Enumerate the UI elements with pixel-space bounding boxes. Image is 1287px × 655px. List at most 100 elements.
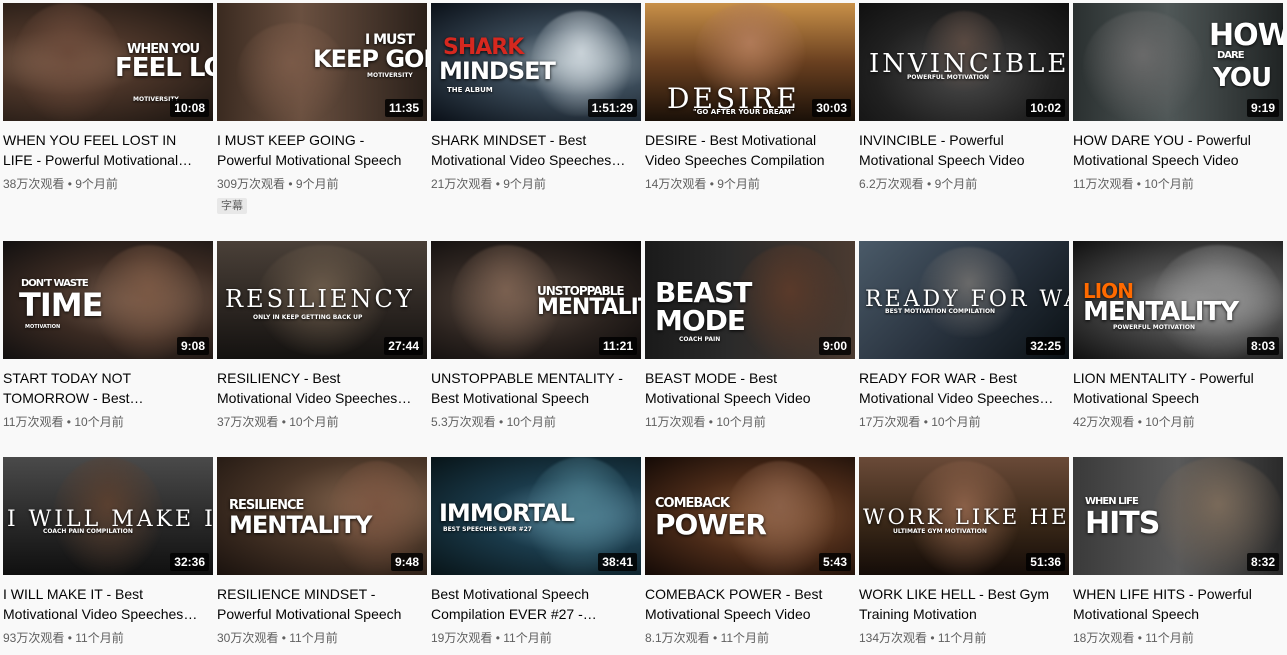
video-card[interactable]: WORK LIKE HELLULTIMATE GYM MOTIVATION 51:… (859, 457, 1069, 646)
video-card[interactable]: SHARK MINDSET THE ALBUM 1:51:29 SHARK MINDSE… (431, 3, 641, 192)
video-card[interactable]: WHEN LIFE HITS 8:32 WHEN LIFE HITS - Powerf… (1073, 457, 1283, 646)
video-card[interactable]: DARE HOW YOU 9:19 HOW DARE YOU - Powerful Mo… (1073, 3, 1283, 192)
video-meta: 19万次观看 • 11个月前 (431, 630, 641, 646)
meta-separator: • (495, 415, 507, 429)
meta-separator: • (705, 415, 717, 429)
video-title[interactable]: LION MENTALITY - Powerful Motivational S… (1073, 368, 1273, 408)
video-card[interactable]: COMEBACK POWER 5:43 COMEBACK POWER - Best M… (645, 457, 855, 646)
video-duration: 1:51:29 (587, 99, 637, 117)
thumbnail-title: HITS (1085, 506, 1160, 541)
video-title[interactable]: Best Motivational Speech Compilation EVE… (431, 584, 631, 624)
video-thumbnail[interactable]: UNSTOPPABLEMENTALITY11:21 (431, 241, 641, 359)
video-title[interactable]: DESIRE - Best Motivational Video Speeche… (645, 130, 845, 170)
thumbnail-subtitle: BEST SPEECHES EVER #27 (443, 526, 532, 533)
upload-age: 11个月前 (720, 631, 770, 645)
upload-age: 9个月前 (75, 177, 118, 191)
video-meta: 37万次观看 • 10个月前 (217, 414, 427, 430)
video-card[interactable]: LION MENTALITY POWERFUL MOTIVATION 8:03 LION… (1073, 241, 1283, 430)
video-card[interactable]: BEAST MODE COACH PAIN 9:00 BEAST MODE - Best… (645, 241, 855, 430)
meta-separator: • (64, 177, 76, 191)
upload-age: 9个月前 (934, 177, 978, 191)
video-thumbnail[interactable]: LION MENTALITY POWERFUL MOTIVATION 8:03 (1073, 241, 1283, 359)
video-title[interactable]: HOW DARE YOU - Powerful Motivational Spe… (1073, 130, 1273, 170)
thumbnail-title: MODE (655, 304, 746, 337)
video-card[interactable]: RESILIENCY ONLY IN KEEP GETTING BACK UP 27… (217, 241, 427, 430)
video-card[interactable]: WHEN YOUFEEL LOSTMOTIVERSITY10:08 WHEN YO… (3, 3, 213, 192)
video-title[interactable]: I MUST KEEP GOING - Powerful Motivationa… (217, 130, 417, 170)
video-title[interactable]: BEAST MODE - Best Motivational Speech Vi… (645, 368, 845, 408)
video-title[interactable]: START TODAY NOT TOMORROW - Best Motivati… (3, 368, 203, 408)
upload-age: 10个月前 (716, 415, 766, 429)
video-title[interactable]: SHARK MINDSET - Best Motivational Video … (431, 130, 631, 170)
view-count: 8.1万次观看 (645, 631, 710, 645)
thumbnail-title: TIME (19, 286, 103, 324)
upload-age: 10个月前 (1144, 177, 1194, 191)
thumbnail-subtitle: "GO AFTER YOUR DREAM" (693, 108, 795, 116)
meta-separator: • (1134, 415, 1146, 429)
video-title[interactable]: RESILIENCY - Best Motivational Video Spe… (217, 368, 417, 408)
video-thumbnail[interactable]: DON'T WASTE TIME MOTIVATION 9:08 (3, 241, 213, 359)
video-meta: 11万次观看 • 10个月前 (645, 414, 855, 430)
video-thumbnail[interactable]: I WILL MAKE IT COACH PAIN COMPILATION 32:3… (3, 457, 213, 575)
video-thumbnail[interactable]: WHEN LIFE HITS 8:32 (1073, 457, 1283, 575)
thumbnail-subtitle: COACH PAIN COMPILATION (43, 528, 133, 535)
video-card[interactable]: I WILL MAKE IT COACH PAIN COMPILATION 32:3… (3, 457, 213, 646)
video-thumbnail[interactable]: COMEBACK POWER 5:43 (645, 457, 855, 575)
meta-separator: • (923, 177, 935, 191)
video-card[interactable]: UNSTOPPABLEMENTALITY11:21UNSTOPPABLE MEN… (431, 241, 641, 430)
video-thumbnail[interactable]: INVINCIBLE POWERFUL MOTIVATION 10:02 (859, 3, 1069, 121)
video-duration: 27:44 (384, 337, 423, 355)
video-card[interactable]: READY FOR WARBEST MOTIVATION COMPILATION… (859, 241, 1069, 430)
meta-separator: • (63, 415, 75, 429)
video-title[interactable]: I WILL MAKE IT - Best Motivational Video… (3, 584, 203, 624)
thumbnail-figure (1083, 11, 1203, 121)
video-meta: 5.3万次观看 • 10个月前 (431, 414, 641, 430)
thumbnail-subtitle: MOTIVERSITY (367, 72, 413, 79)
thumbnail-subtitle: POWERFUL MOTIVATION (907, 74, 989, 81)
video-thumbnail[interactable]: I MUSTKEEP GOINGMOTIVERSITY11:35 (217, 3, 427, 121)
video-thumbnail[interactable]: READY FOR WARBEST MOTIVATION COMPILATION… (859, 241, 1069, 359)
video-thumbnail[interactable]: DESIRE "GO AFTER YOUR DREAM" 30:03 (645, 3, 855, 121)
video-thumbnail[interactable]: RESILIENCY ONLY IN KEEP GETTING BACK UP 27… (217, 241, 427, 359)
video-thumbnail[interactable]: RESILIENCE MENTALITY 9:48 (217, 457, 427, 575)
upload-age: 11个月前 (937, 631, 987, 645)
video-title[interactable]: WHEN LIFE HITS - Powerful Motivational S… (1073, 584, 1273, 624)
video-card[interactable]: I MUSTKEEP GOINGMOTIVERSITY11:35 I MUST K… (217, 3, 427, 214)
video-thumbnail[interactable]: WORK LIKE HELLULTIMATE GYM MOTIVATION 51:… (859, 457, 1069, 575)
video-duration: 11:21 (598, 337, 637, 355)
upload-age: 11个月前 (1145, 631, 1194, 645)
video-title[interactable]: WHEN YOU FEEL LOST IN LIFE - Powerful Mo… (3, 130, 203, 170)
video-thumbnail[interactable]: DARE HOW YOU 9:19 (1073, 3, 1283, 121)
meta-separator: • (285, 177, 296, 191)
video-thumbnail[interactable]: SHARK MINDSET THE ALBUM 1:51:29 (431, 3, 641, 121)
thumbnail-title: MENTALITY (537, 295, 641, 320)
thumbnail-subtitle: MOTIVATION (25, 324, 61, 330)
video-card[interactable]: DESIRE "GO AFTER YOUR DREAM" 30:03 DESIRE -… (645, 3, 855, 192)
view-count: 21万次观看 (431, 177, 493, 191)
video-meta: 93万次观看 • 11个月前 (3, 630, 213, 646)
video-title[interactable]: INVINCIBLE - Powerful Motivational Speec… (859, 130, 1059, 170)
video-title[interactable]: UNSTOPPABLE MENTALITY - Best Motivationa… (431, 368, 631, 408)
video-card[interactable]: DON'T WASTE TIME MOTIVATION 9:08 START TODAY… (3, 241, 213, 430)
video-title[interactable]: RESILIENCE MINDSET - Powerful Motivation… (217, 584, 417, 624)
view-count: 11万次观看 (645, 415, 706, 429)
video-title[interactable]: WORK LIKE HELL - Best Gym Training Motiv… (859, 584, 1059, 624)
meta-separator: • (709, 631, 721, 645)
thumbnail-subtitle: POWERFUL MOTIVATION (1113, 324, 1195, 331)
upload-age: 9个月前 (717, 177, 760, 191)
video-card[interactable]: INVINCIBLE POWERFUL MOTIVATION 10:02 INVINC… (859, 3, 1069, 192)
video-card[interactable]: IMMORTAL BEST SPEECHES EVER #27 38:41 Best … (431, 457, 641, 646)
video-title[interactable]: READY FOR WAR - Best Motivational Video … (859, 368, 1059, 408)
video-thumbnail[interactable]: IMMORTAL BEST SPEECHES EVER #27 38:41 (431, 457, 641, 575)
view-count: 18万次观看 (1073, 631, 1135, 645)
view-count: 30万次观看 (217, 631, 279, 645)
video-title[interactable]: COMEBACK POWER - Best Motivational Speec… (645, 584, 845, 624)
upload-age: 10个月前 (931, 415, 981, 429)
video-meta: 18万次观看 • 11个月前 (1073, 630, 1283, 646)
video-thumbnail[interactable]: BEAST MODE COACH PAIN 9:00 (645, 241, 855, 359)
video-card[interactable]: RESILIENCE MENTALITY 9:48 RESILIENCE MINDSE… (217, 457, 427, 646)
video-thumbnail[interactable]: WHEN YOUFEEL LOSTMOTIVERSITY10:08 (3, 3, 213, 121)
view-count: 11万次观看 (1073, 177, 1134, 191)
upload-age: 11个月前 (289, 631, 338, 645)
upload-age: 10个月前 (1145, 415, 1195, 429)
